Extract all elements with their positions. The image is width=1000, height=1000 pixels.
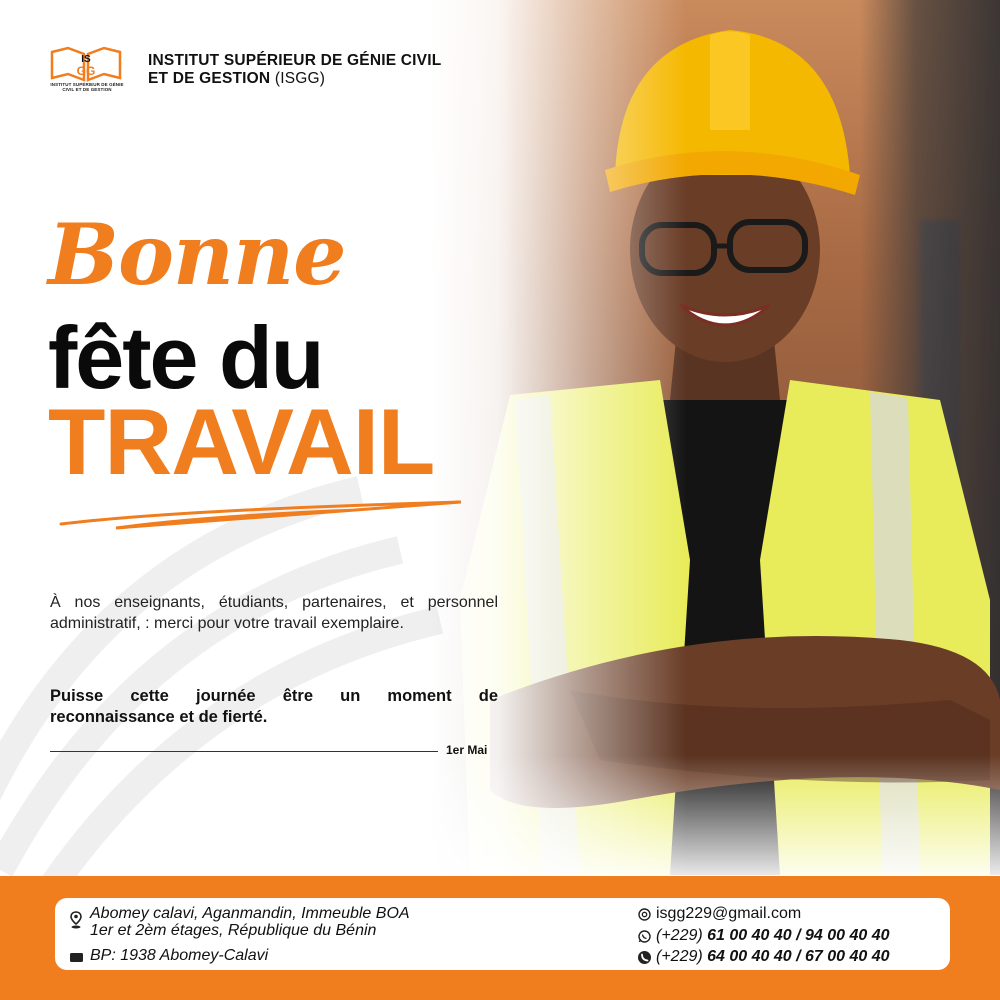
wish-line2: reconnaissance et de fierté. — [50, 708, 268, 726]
at-sign-icon — [638, 908, 651, 921]
svg-text:GG: GG — [77, 64, 96, 78]
address-line1: Abomey calavi, Aganmandin, Immeuble BOA — [90, 905, 410, 922]
email-address[interactable]: isgg229@gmail.com — [656, 905, 801, 923]
po-box: BP: 1938 Abomey-Calavi — [90, 947, 269, 964]
thank-you-message: À nos enseignants, étudiants, partenaire… — [50, 594, 498, 632]
phone-line2[interactable]: (+229) 64 00 40 40 / 67 00 40 40 — [656, 948, 890, 966]
phone-line1[interactable]: (+229) 61 00 40 40 / 94 00 40 40 — [656, 927, 890, 945]
phone1-numbers: 61 00 40 40 / 94 00 40 40 — [707, 927, 890, 944]
institution-name-line1: INSTITUT SUPÉRIEUR DE GÉNIE CIVIL — [148, 52, 442, 69]
worker-photo — [430, 0, 1000, 875]
phone2-prefix: (+229) — [656, 948, 703, 965]
underline-swoosh — [59, 500, 462, 530]
mailbox-icon — [70, 953, 83, 962]
date-label: 1er Mai — [446, 743, 488, 757]
headline-travail: TRAVAIL — [48, 389, 435, 494]
institution-name: INSTITUT SUPÉRIEUR DE GÉNIE CIVIL ET DE … — [148, 52, 441, 88]
phone2-numbers: 64 00 40 40 / 67 00 40 40 — [707, 948, 890, 965]
poster: IS GG INSTITUT SUPÉRIEUR DE GÉNIE CIVIL … — [0, 0, 1000, 1000]
date-divider — [50, 751, 438, 752]
whatsapp-icon — [638, 930, 651, 943]
address-line2: 1er et 2èm étages, République du Bénin — [90, 922, 377, 939]
wish-line1: Puisse cette journée être un moment de — [50, 687, 498, 705]
phone1-prefix: (+229) — [656, 927, 703, 944]
wish-message: Puisse cette journée être un moment de r… — [50, 686, 498, 728]
institution-name-line2: ET DE GESTION — [148, 70, 271, 87]
phone-icon — [638, 951, 651, 964]
headline-bonne: Bonne — [48, 205, 347, 304]
logo-caption: INSTITUT SUPÉRIEUR DE GÉNIE CIVIL ET DE … — [50, 82, 124, 92]
institution-abbr: (ISGG) — [274, 70, 326, 87]
location-pin-icon — [70, 911, 82, 929]
